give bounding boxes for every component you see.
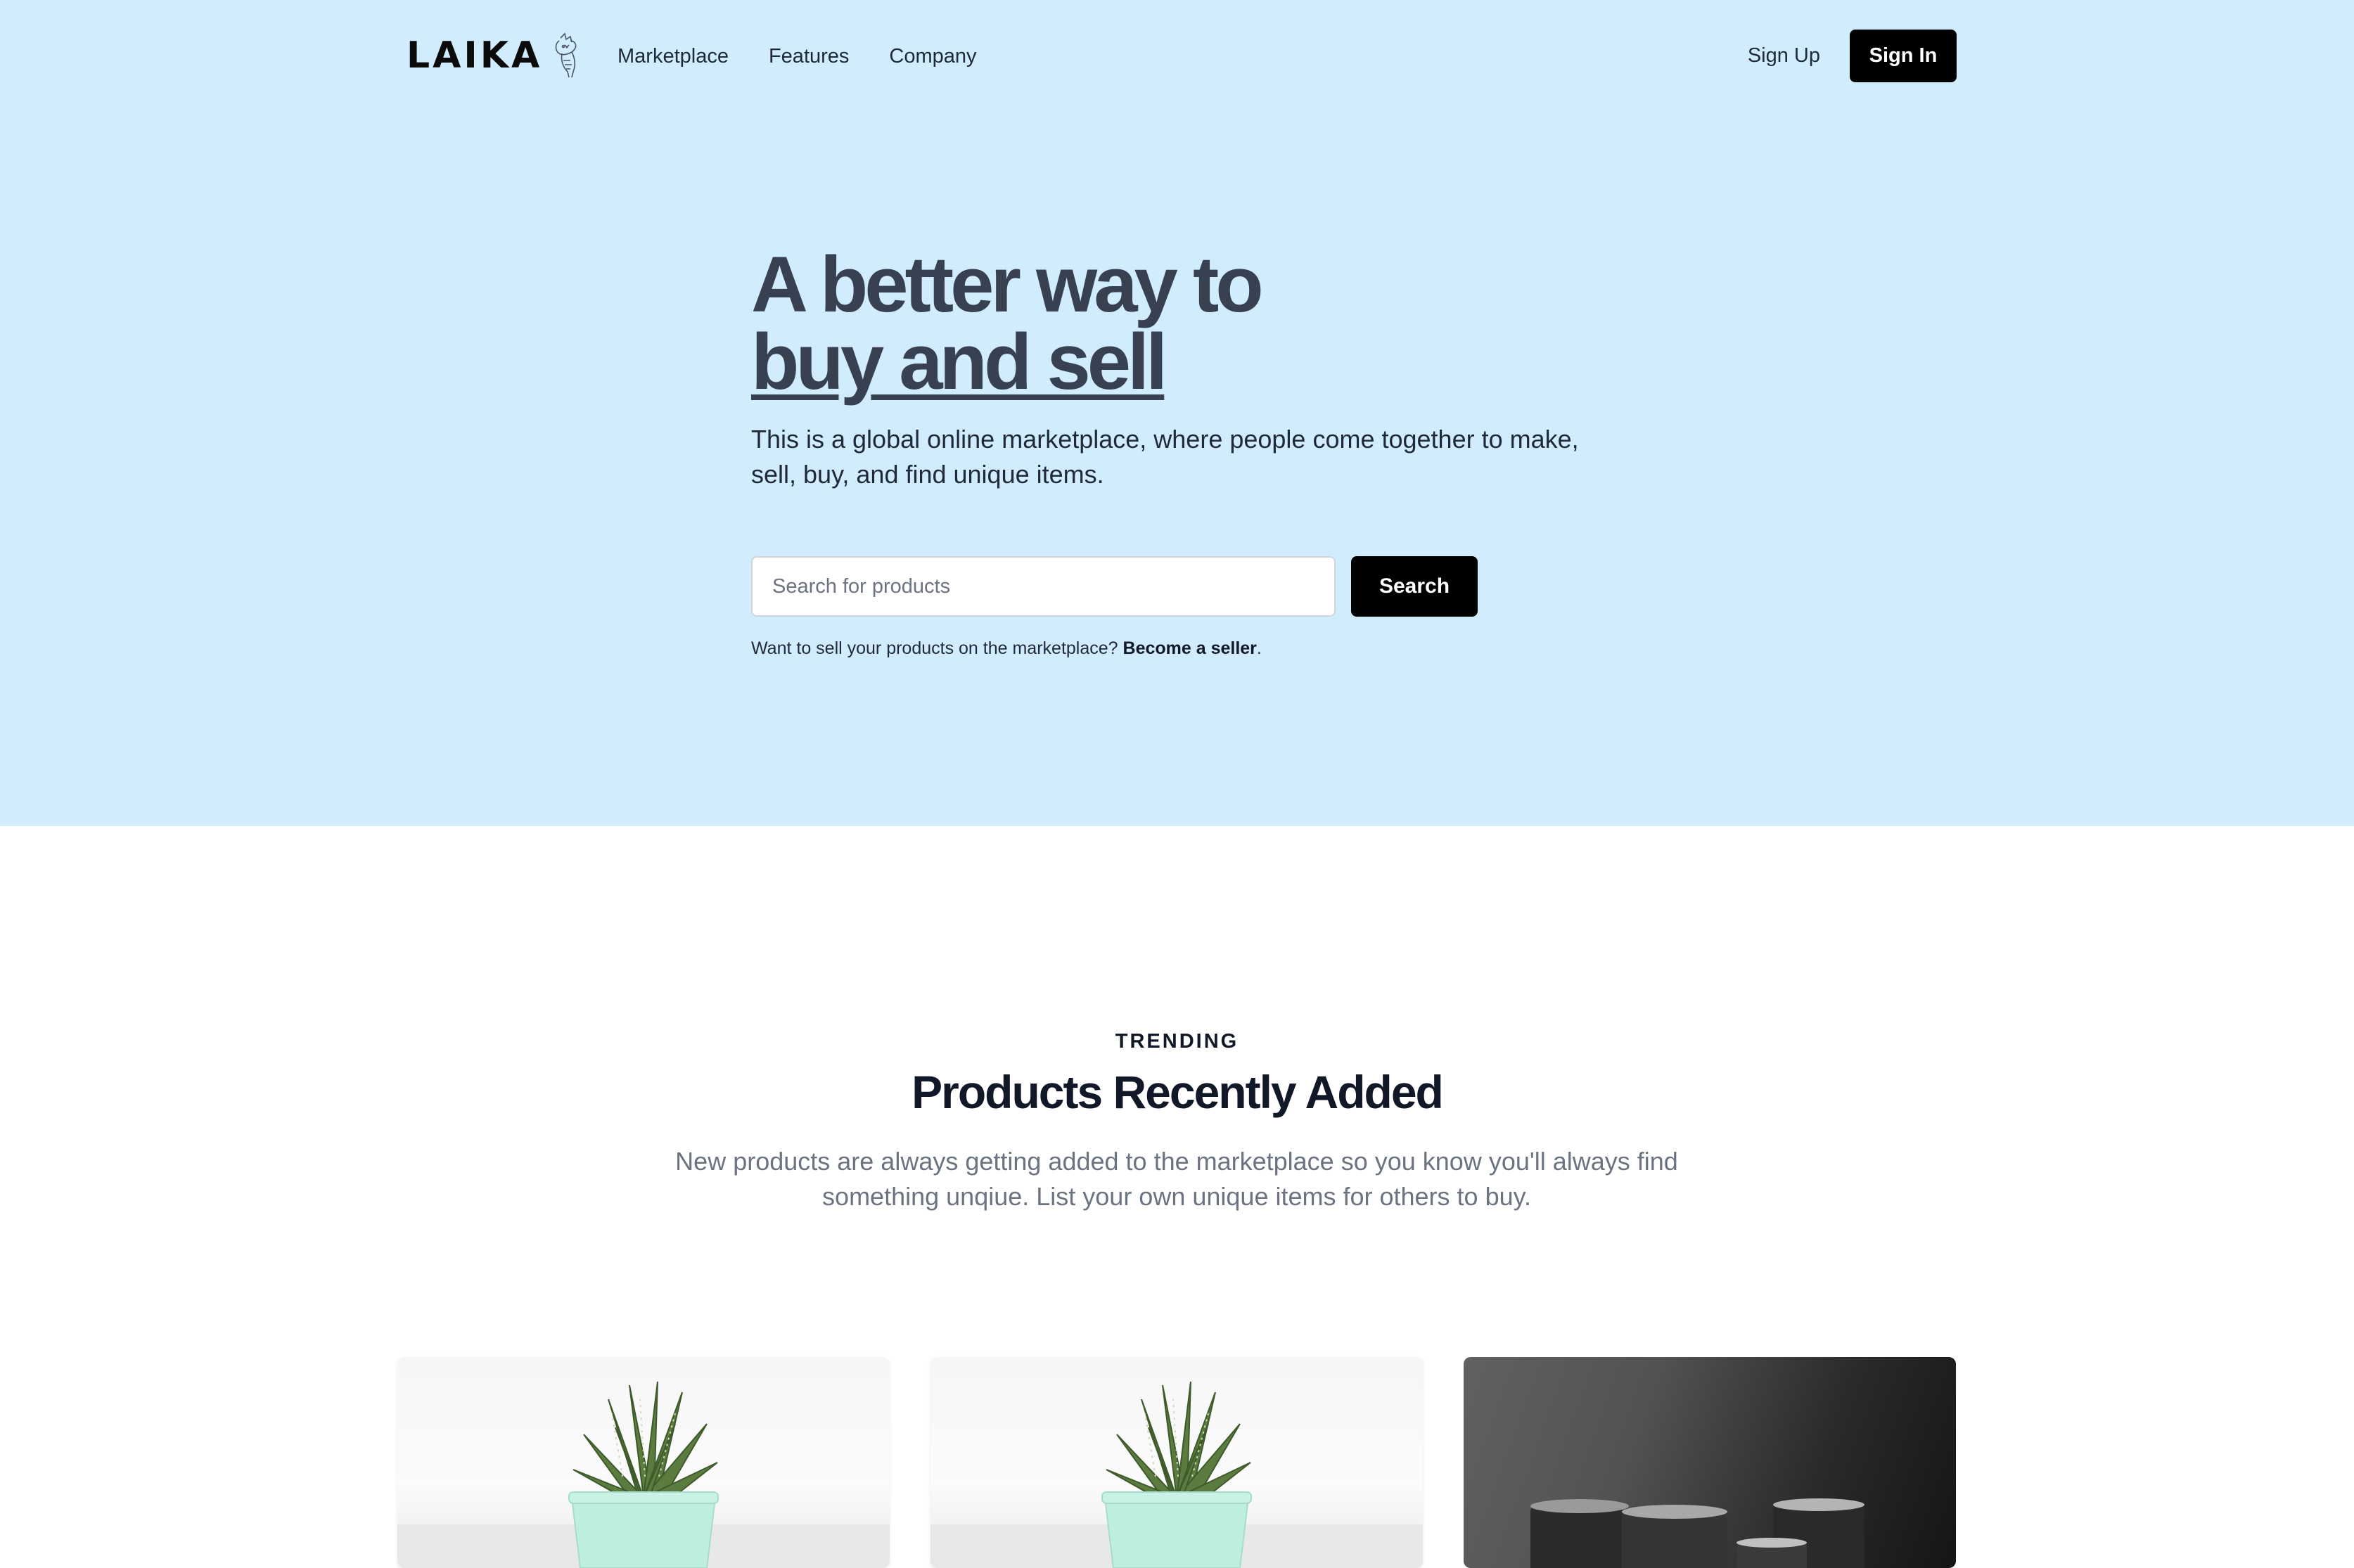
seller-note-period: . [1256, 638, 1262, 658]
product-card[interactable] [930, 1357, 1423, 1568]
seller-note: Want to sell your products on the market… [751, 638, 1262, 659]
search-input[interactable] [751, 556, 1336, 617]
top-navigation: LAIKA Marketplace Features Company Sign … [0, 0, 2354, 113]
logo-text: LAIKA [407, 34, 543, 77]
hero-content: A better way to buy and sell This is a g… [751, 245, 1630, 658]
section-title: Products Recently Added [911, 1066, 1444, 1118]
hero-subtext: This is a global online marketplace, whe… [751, 425, 1579, 489]
auth-actions: Sign Up Sign In [1748, 30, 1957, 82]
section-eyebrow: TRENDING [1115, 1030, 1239, 1053]
hero-headline: A better way to buy and sell [751, 245, 1630, 401]
nav-link-company[interactable]: Company [889, 41, 976, 72]
nav-links: Marketplace Features Company [618, 41, 1017, 72]
become-seller-link[interactable]: Become a seller [1123, 638, 1257, 658]
product-card[interactable] [1464, 1357, 1956, 1568]
logo[interactable]: LAIKA [407, 31, 586, 80]
product-grid [397, 1357, 1956, 1568]
nav-link-features[interactable]: Features [769, 41, 849, 72]
search-bar: Search [751, 556, 1478, 617]
headline-line-1: A better way to [751, 240, 1264, 328]
sign-in-button[interactable]: Sign In [1850, 30, 1957, 82]
succulent-plant-image [1101, 1381, 1252, 1568]
hero-section: LAIKA Marketplace Features Company Sign … [0, 0, 2354, 826]
nav-link-marketplace[interactable]: Marketplace [618, 41, 729, 72]
search-button[interactable]: Search [1351, 556, 1478, 617]
seller-note-text: Want to sell your products on the market… [751, 638, 1123, 658]
section-description: New products are always getting added to… [675, 1147, 1678, 1211]
ceramic-cups-image [1530, 1498, 1864, 1568]
product-card[interactable] [397, 1357, 890, 1568]
sign-up-link[interactable]: Sign Up [1748, 44, 1820, 68]
dog-logo-icon [555, 32, 577, 78]
succulent-plant-image [568, 1381, 719, 1568]
headline-line-2: buy and sell [751, 318, 1168, 406]
